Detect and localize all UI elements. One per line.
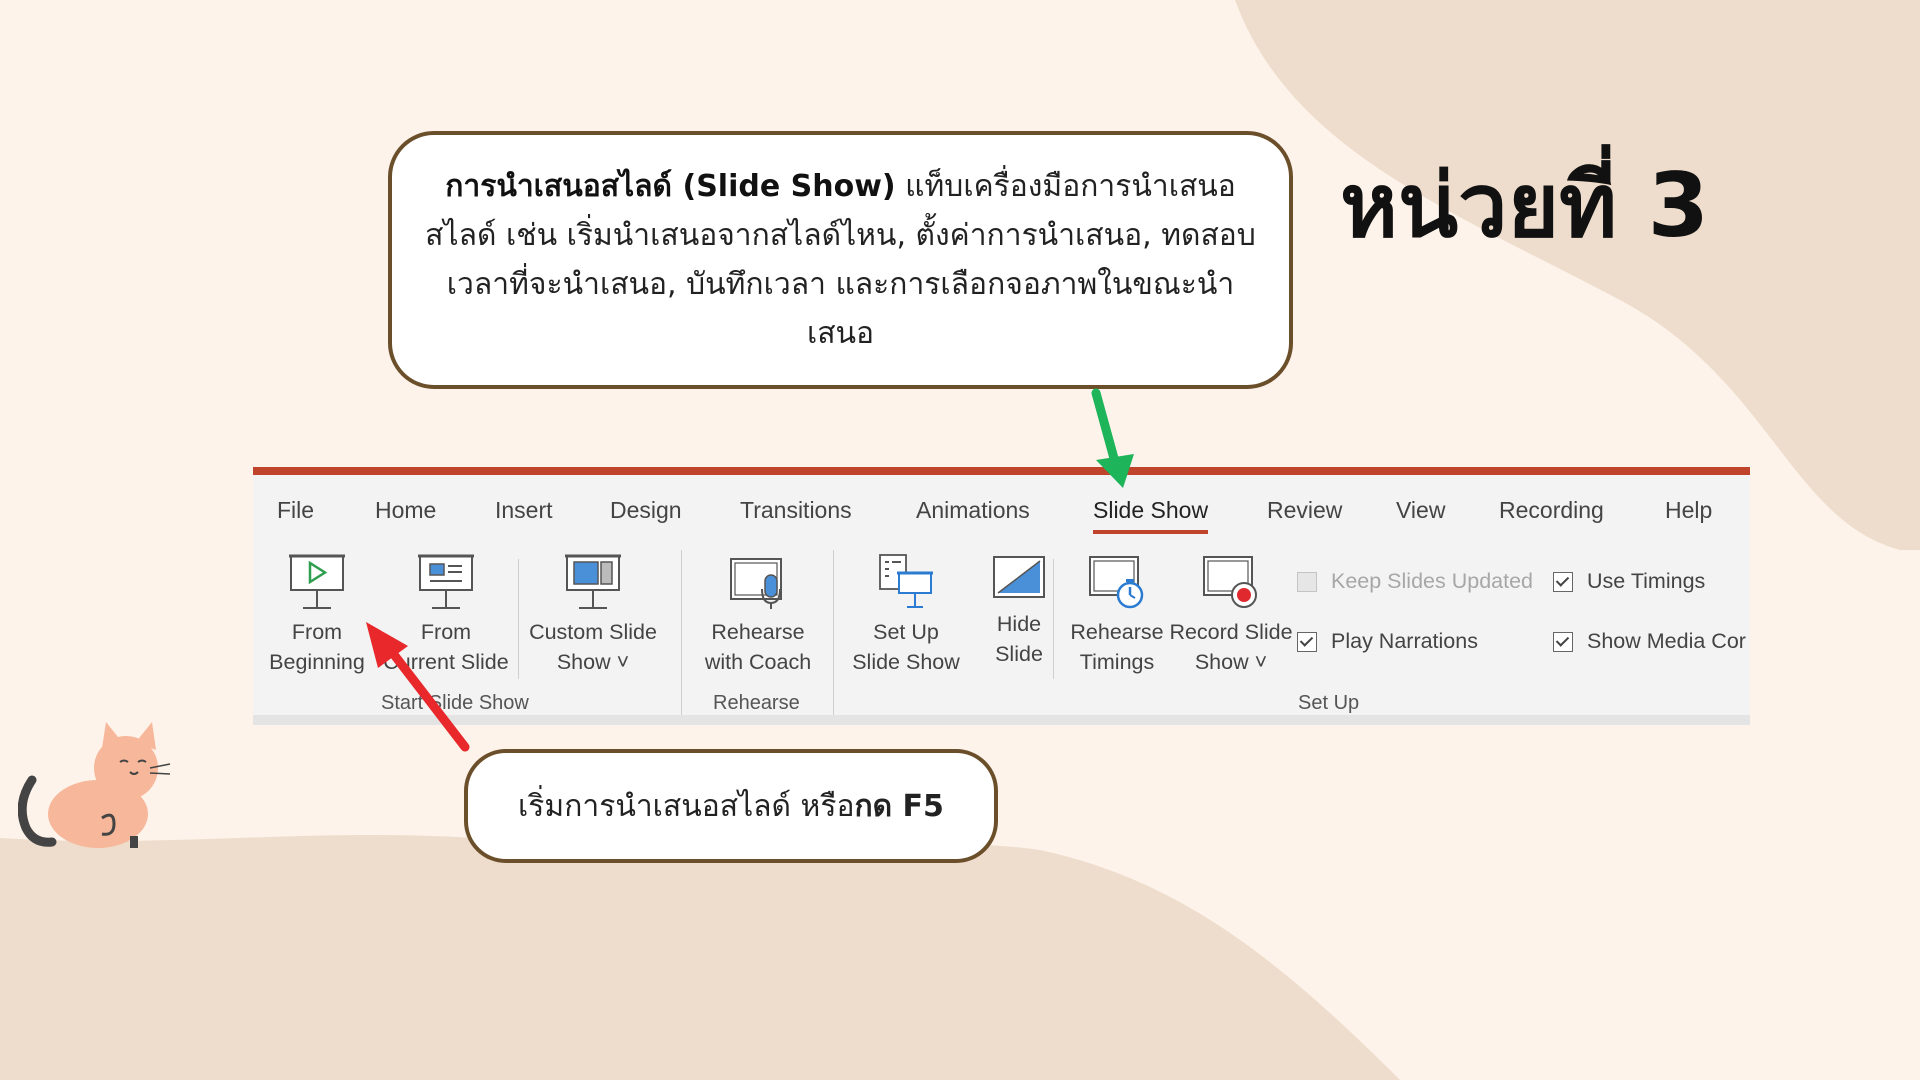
custom-show-label-1: Custom Slide [529, 620, 657, 644]
set-up-label-2: Slide Show [852, 650, 960, 674]
stopwatch-icon [1089, 556, 1144, 609]
tab-review[interactable]: Review [1267, 497, 1342, 524]
from-current-label-2: Current Slide [383, 650, 509, 674]
record-show-label-1: Record Slide [1169, 620, 1293, 644]
ribbon-bottom-border [253, 715, 1750, 725]
tab-file[interactable]: File [277, 497, 314, 524]
checkbox-box [1297, 571, 1317, 592]
hide-slide-label-2: Slide [995, 642, 1043, 666]
separator [518, 559, 519, 679]
cat-illustration [18, 722, 171, 848]
record-show-label-2: Show ˅ [1194, 650, 1268, 674]
play-narrations-checkbox[interactable]: Play Narrations [1297, 629, 1478, 654]
description-callout: การนำเสนอสไลด์ (Slide Show) แท็บเครื่องม… [388, 131, 1293, 389]
rehearse-coach-microphone-icon [730, 558, 782, 609]
use-timings-checkbox[interactable]: Use Timings [1553, 569, 1705, 594]
play-from-start-icon [289, 554, 345, 609]
tab-help[interactable]: Help [1665, 497, 1712, 524]
show-media-controls-checkbox[interactable]: Show Media Cor [1553, 629, 1746, 654]
hide-slide-label-1: Hide [996, 612, 1042, 636]
use-timings-label: Use Timings [1587, 569, 1706, 593]
tab-design[interactable]: Design [610, 497, 682, 524]
shortcut-callout-text: เริ่มการนำเสนอสไลด์ หรือ [518, 788, 855, 824]
from-beginning-button[interactable]: From Beginning [261, 553, 373, 677]
separator [1053, 559, 1054, 679]
group-label-set-up: Set Up [1298, 692, 1360, 714]
tab-transitions[interactable]: Transitions [740, 497, 852, 524]
checkbox-box [1553, 631, 1573, 652]
tab-insert[interactable]: Insert [495, 497, 553, 524]
from-current-slide-button[interactable]: From Current Slide [373, 553, 519, 677]
unit-title: หน่วยที่ 3 [1340, 154, 1710, 257]
checkbox-box [1553, 571, 1573, 592]
shortcut-callout: เริ่มการนำเสนอสไลด์ หรือ กด F5 [464, 749, 998, 863]
rehearse-coach-label-1: Rehearse [711, 620, 805, 644]
separator [681, 550, 682, 715]
set-up-label-1: Set Up [873, 620, 939, 644]
show-media-controls-label: Show Media Cor [1587, 629, 1746, 653]
from-current-label-1: From [420, 620, 472, 644]
shortcut-callout-key: กด F5 [854, 788, 944, 824]
rehearse-timings-button[interactable]: Rehearse Timings [1061, 553, 1173, 677]
custom-slide-show-button[interactable]: Custom Slide Show ˅ [525, 553, 661, 677]
keep-slides-updated-label: Keep Slides Updated [1331, 569, 1534, 593]
group-label-start-slide-show: Start Slide Show [381, 692, 529, 714]
rehearse-with-coach-button[interactable]: Rehearse with Coach [689, 553, 827, 677]
group-label-rehearse: Rehearse [713, 692, 800, 714]
rehearse-coach-label-2: with Coach [704, 650, 812, 674]
setup-show-icon [879, 554, 933, 608]
hide-slide-icon [993, 556, 1045, 598]
rehearse-timings-label-1: Rehearse [1070, 620, 1164, 644]
tab-home[interactable]: Home [375, 497, 436, 524]
ribbon: File Home Insert Design Transitions Anim… [253, 467, 1750, 725]
custom-show-label-2: Show ˅ [556, 650, 630, 674]
callout-heading: การนำเสนอสไลด์ (Slide Show) [445, 169, 896, 204]
checkbox-box [1297, 631, 1317, 652]
tab-animations[interactable]: Animations [916, 497, 1030, 524]
keep-slides-updated-checkbox[interactable]: Keep Slides Updated [1297, 569, 1533, 594]
from-beginning-label-1: From [291, 620, 343, 644]
record-icon [1203, 556, 1257, 608]
present-current-slide-icon [418, 554, 474, 609]
tab-recording[interactable]: Recording [1499, 497, 1604, 524]
play-narrations-label: Play Narrations [1331, 629, 1478, 653]
custom-show-icon [565, 554, 621, 609]
record-slide-show-button[interactable]: Record Slide Show ˅ [1166, 553, 1296, 677]
rehearse-timings-label-2: Timings [1079, 650, 1155, 674]
tab-view[interactable]: View [1396, 497, 1445, 524]
from-beginning-label-2: Beginning [269, 650, 365, 674]
hide-slide-button[interactable]: Hide Slide [972, 553, 1066, 669]
set-up-slide-show-button[interactable]: Set Up Slide Show [840, 553, 972, 677]
tab-slide-show[interactable]: Slide Show [1093, 497, 1209, 534]
separator [833, 550, 834, 715]
